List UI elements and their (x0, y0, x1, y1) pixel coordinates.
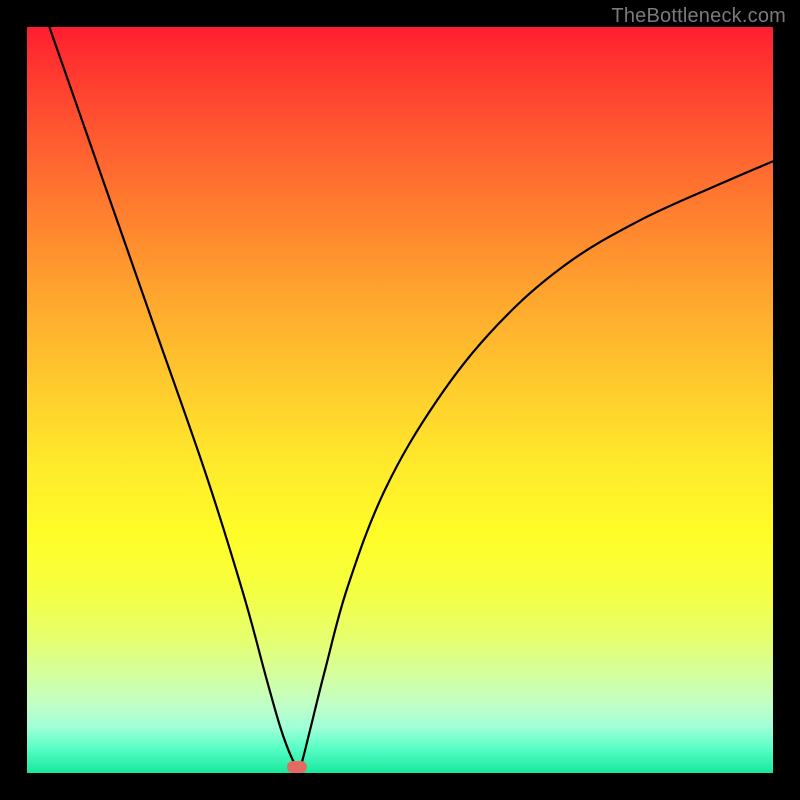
optimal-point-marker (287, 761, 307, 773)
chart-plot-area (27, 27, 773, 773)
watermark-text: TheBottleneck.com (611, 5, 786, 28)
bottleneck-curve (27, 27, 773, 773)
